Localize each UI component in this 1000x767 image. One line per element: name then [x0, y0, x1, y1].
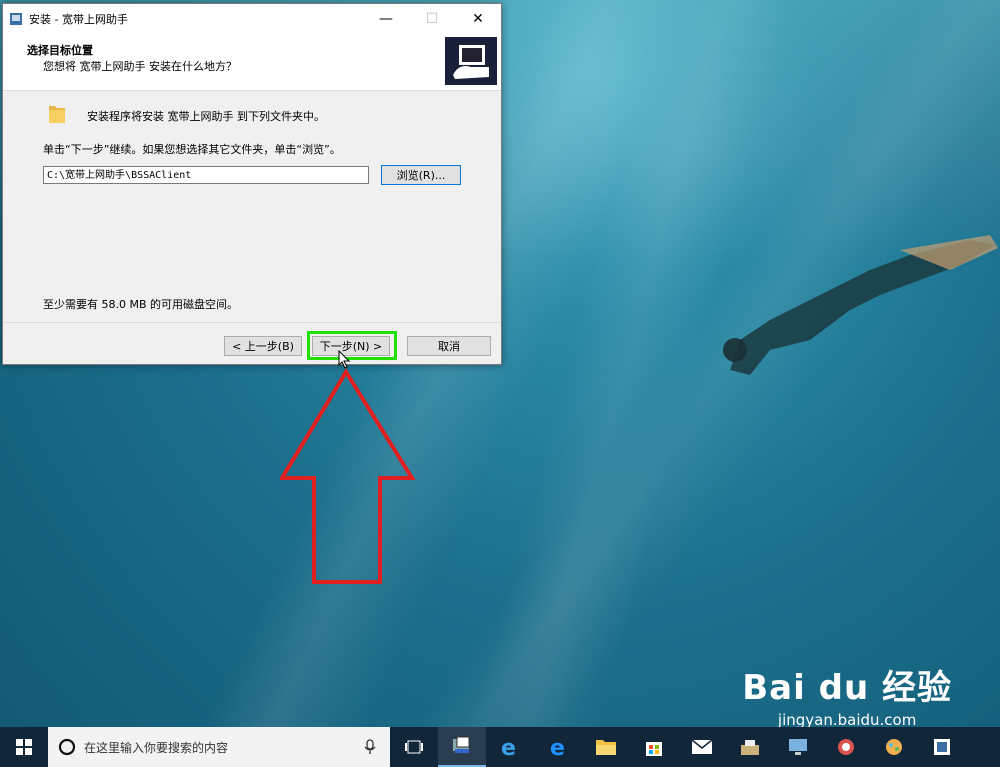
page-subtitle: 您想将 宽带上网助手 安装在什么地方？ [43, 60, 237, 73]
maximize-button[interactable]: ☐ [409, 4, 455, 34]
installer-icon[interactable] [438, 727, 486, 767]
page-title: 选择目标位置 [27, 44, 93, 57]
baidu-watermark: Bai du 经验 jingyan.baidu.com [742, 660, 952, 729]
file-explorer-icon[interactable] [582, 727, 630, 767]
svg-text:e: e [501, 736, 516, 758]
mouse-cursor-icon [338, 350, 351, 369]
wizard-header: 选择目标位置 您想将 宽带上网助手 安装在什么地方？ [3, 34, 501, 91]
folder-icon [49, 106, 65, 123]
instruction-text: 单击“下一步”继续。如果您想选择其它文件夹，单击“浏览”。 [43, 143, 341, 156]
taskbar-search-box[interactable]: 在这里输入你要搜索的内容 [48, 727, 390, 767]
browse-button[interactable]: 浏览(R)... [381, 165, 461, 185]
window-titlebar: 安装 - 宽带上网助手 — ☐ ✕ [3, 4, 501, 34]
back-button[interactable]: < 上一步(B) [224, 336, 302, 356]
edge-icon[interactable]: e [486, 727, 534, 767]
app-icon-4[interactable] [870, 727, 918, 767]
store-icon[interactable] [630, 727, 678, 767]
red-arrow-annotation [280, 368, 416, 584]
footer-divider [3, 322, 501, 323]
close-button[interactable]: ✕ [455, 4, 501, 34]
minimize-button[interactable]: — [363, 4, 409, 34]
window-title: 安装 - 宽带上网助手 [29, 13, 128, 26]
mail-icon[interactable] [678, 727, 726, 767]
intro-text: 安装程序将安装 宽带上网助手 到下列文件夹中。 [87, 110, 325, 123]
task-view-icon[interactable] [390, 727, 438, 767]
app-icon-3[interactable] [822, 727, 870, 767]
diver-image [723, 235, 998, 375]
svg-text:e: e [550, 736, 565, 758]
search-placeholder: 在这里输入你要搜索的内容 [84, 740, 229, 755]
app-icon-5[interactable] [918, 727, 966, 767]
installer-logo-icon [445, 37, 497, 85]
install-path-input[interactable]: C:\宽带上网助手\BSSAClient [43, 166, 369, 184]
ie-icon[interactable]: e [534, 727, 582, 767]
app-icon-1[interactable] [726, 727, 774, 767]
cancel-button[interactable]: 取消 [407, 336, 491, 356]
app-icon-2[interactable] [774, 727, 822, 767]
watermark-brand: Bai du 经验 [742, 668, 952, 708]
disk-space-text: 至少需要有 58.0 MB 的可用磁盘空间。 [43, 298, 239, 311]
windows-logo-icon [16, 739, 32, 755]
microphone-icon[interactable] [364, 739, 376, 755]
taskbar: 在这里输入你要搜索的内容 e e [0, 727, 1000, 767]
installer-app-icon [10, 13, 22, 25]
installer-window: 安装 - 宽带上网助手 — ☐ ✕ 选择目标位置 您想将 宽带上网助手 安装在什… [2, 3, 502, 365]
start-button[interactable] [0, 727, 48, 767]
cortana-icon [58, 738, 76, 756]
next-button-highlight [307, 331, 397, 360]
